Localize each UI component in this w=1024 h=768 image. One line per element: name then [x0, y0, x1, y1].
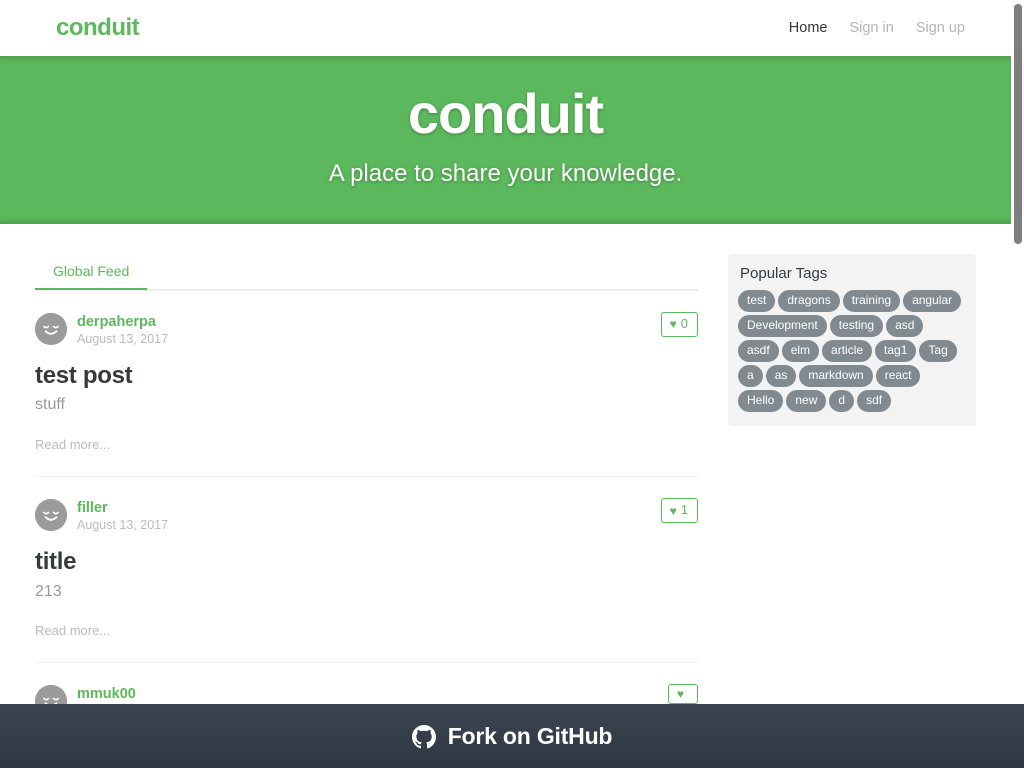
- brand-logo[interactable]: conduit: [56, 16, 140, 40]
- tag-pill[interactable]: d: [829, 390, 855, 412]
- article-date: August 13, 2017: [77, 331, 169, 346]
- article-meta-info: derpaherpa August 13, 2017: [77, 313, 168, 346]
- main-navbar: conduit Home Sign in Sign up: [0, 0, 1011, 56]
- article-title: title: [35, 548, 77, 576]
- heart-icon: ♥: [669, 503, 677, 518]
- article-link[interactable]: test post stuff Read more...: [35, 362, 698, 454]
- fork-on-github-bar[interactable]: Fork on GitHub: [0, 704, 1024, 768]
- tag-pill[interactable]: test: [738, 290, 776, 312]
- fork-on-github-label: Fork on GitHub: [447, 723, 613, 749]
- favorite-count: 1: [680, 502, 688, 518]
- article-meta-info: filler August 13, 2017: [77, 499, 168, 532]
- article-preview: derpaherpa August 13, 2017 ♥ 0 test post…: [35, 290, 698, 476]
- tag-pill[interactable]: dragons: [778, 290, 840, 312]
- article-link[interactable]: title 213 Read more...: [35, 548, 698, 640]
- tag-pill[interactable]: article: [822, 340, 873, 362]
- heart-icon: ♥: [669, 317, 677, 332]
- article-meta: derpaherpa August 13, 2017 ♥ 0: [35, 312, 698, 347]
- tab-global-feed[interactable]: Global Feed: [35, 255, 148, 290]
- nav-link-home[interactable]: Home: [789, 20, 828, 36]
- banner-subtitle: A place to share your knowledge.: [328, 159, 683, 187]
- tag-pill[interactable]: angular: [903, 290, 962, 312]
- nav-link-sign-in[interactable]: Sign in: [849, 20, 893, 36]
- tag-pill[interactable]: react: [875, 365, 921, 387]
- browser-viewport: conduit Home Sign in Sign up conduit A p…: [0, 0, 1011, 768]
- favorite-button[interactable]: ♥ 0: [660, 312, 698, 337]
- tag-pill[interactable]: elm: [781, 340, 820, 362]
- avatar[interactable]: [35, 313, 67, 345]
- favorite-button[interactable]: ♥ 1: [660, 498, 698, 524]
- favorite-count: 0: [680, 316, 688, 331]
- favorite-button[interactable]: ♥: [667, 684, 698, 705]
- banner-title: conduit: [407, 82, 604, 145]
- hero-banner: conduit A place to share your knowledge.: [0, 56, 1011, 224]
- tag-pill[interactable]: tag1: [875, 340, 917, 362]
- scrollbar-thumb[interactable]: [1014, 4, 1022, 244]
- feed-toggle: Global Feed: [35, 254, 698, 290]
- popular-tags-panel: Popular Tags test dragons training angul…: [728, 254, 976, 426]
- tag-pill[interactable]: Development: [738, 315, 827, 337]
- page-scrollbar[interactable]: [1011, 0, 1024, 768]
- nav-links: Home Sign in Sign up: [789, 20, 1011, 36]
- read-more-label: Read more...: [35, 437, 111, 453]
- read-more-label: Read more...: [35, 623, 111, 639]
- article-meta-info: mmuk00: [77, 685, 136, 705]
- avatar[interactable]: [35, 499, 67, 532]
- tag-pill[interactable]: sdf: [857, 390, 892, 412]
- github-icon: [411, 724, 436, 749]
- sidebar-column: Popular Tags test dragons training angul…: [713, 254, 976, 426]
- popular-tags-heading: Popular Tags: [740, 265, 828, 282]
- main-container: Global Feed derpaherpa August 13, 2017 ♥…: [35, 224, 976, 741]
- article-meta: filler August 13, 2017 ♥ 1: [35, 498, 698, 533]
- tag-pill[interactable]: markdown: [799, 365, 873, 387]
- tag-pill[interactable]: new: [786, 390, 827, 412]
- feed-column: Global Feed derpaherpa August 13, 2017 ♥…: [35, 254, 713, 741]
- tag-pill[interactable]: as: [765, 365, 797, 387]
- article-description: 213: [35, 582, 62, 600]
- heart-icon: ♥: [676, 687, 684, 702]
- tag-pill[interactable]: asd: [886, 315, 924, 337]
- article-title: test post: [35, 362, 133, 389]
- nav-link-sign-up[interactable]: Sign up: [916, 20, 965, 36]
- article-author[interactable]: derpaherpa: [77, 314, 168, 331]
- page-root: conduit Home Sign in Sign up conduit A p…: [0, 0, 1024, 768]
- tag-pill[interactable]: training: [842, 290, 901, 312]
- article-author[interactable]: mmuk00: [77, 686, 136, 703]
- article-date: August 13, 2017: [77, 517, 169, 532]
- tag-pill[interactable]: testing: [829, 315, 884, 337]
- tag-pill[interactable]: Hello: [738, 390, 784, 412]
- tag-pill[interactable]: Tag: [919, 340, 957, 362]
- article-description: stuff: [35, 396, 65, 414]
- feed-tab-list: Global Feed: [35, 254, 698, 290]
- tag-list: test dragons training angular Developmen…: [738, 290, 966, 412]
- tag-pill[interactable]: a: [738, 365, 763, 387]
- article-preview: filler August 13, 2017 ♥ 1 title 213 Rea…: [35, 476, 698, 662]
- tag-pill[interactable]: asdf: [738, 340, 779, 362]
- article-author[interactable]: filler: [77, 500, 168, 517]
